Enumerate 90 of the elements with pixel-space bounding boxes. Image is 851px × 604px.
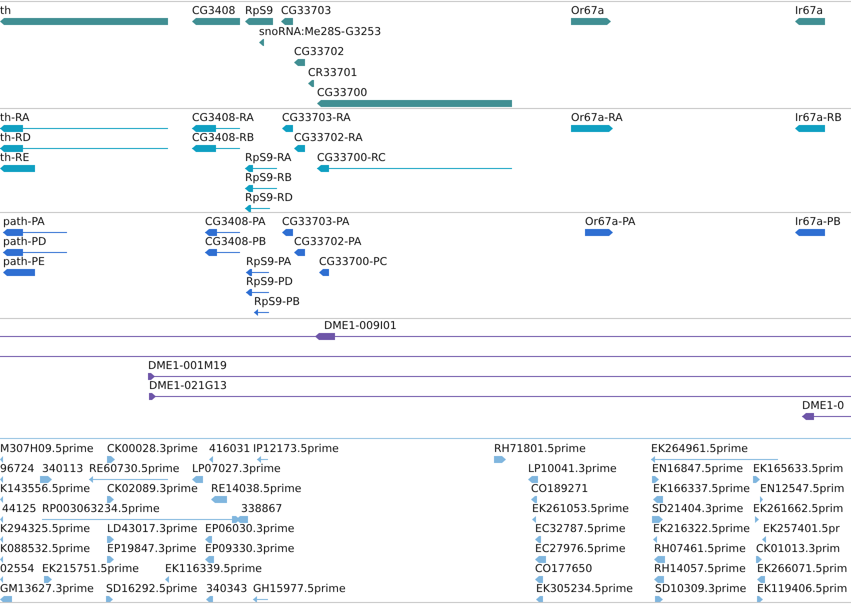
est-label[interactable]: EK215751.5prime (42, 562, 139, 575)
est-label[interactable]: RH71801.5prime (494, 442, 586, 455)
est-label[interactable]: LP10041.3prime (528, 462, 617, 475)
transcript-label[interactable]: CG33700-RC (317, 151, 386, 164)
protein-label[interactable]: CG33703-PA (282, 215, 350, 228)
est-label[interactable]: CK02089.3prime (107, 482, 198, 495)
clone-label[interactable]: DME1-009I01 (324, 319, 397, 332)
transcript-label[interactable]: Or67a-RA (571, 111, 623, 124)
est-label[interactable]: EC32787.5prime (535, 522, 626, 535)
est-label[interactable]: SD16292.5prime (106, 582, 198, 595)
transcript-label[interactable]: RpS9-RD (245, 191, 293, 204)
est-label[interactable]: LP07027.3prime (192, 462, 281, 475)
est-label[interactable]: K088532.5prime (0, 542, 90, 555)
est-label[interactable]: 96724 (0, 462, 34, 475)
transcript-label[interactable]: RpS9-RB (245, 171, 292, 184)
gene-label[interactable]: snoRNA:Me28S-G3253 (259, 25, 382, 38)
gene-label[interactable]: CG33703 (281, 4, 332, 17)
est-label[interactable]: K143556.5prime (0, 482, 90, 495)
est-label[interactable]: EN12547.5prim (760, 482, 844, 495)
est-label[interactable]: EP09330.3prime (205, 542, 294, 555)
transcript-label[interactable]: CG3408-RA (192, 111, 254, 124)
est-label[interactable]: K294325.5prime (0, 522, 90, 535)
clone-label[interactable]: DME1-0 (802, 399, 844, 412)
est-label[interactable]: EP19847.3prime (107, 542, 196, 555)
est-label[interactable]: EK264961.5prime (651, 442, 748, 455)
protein-label[interactable]: path-PE (3, 255, 45, 268)
gene-label[interactable]: th (0, 4, 12, 17)
est-label[interactable]: EK266071.5prim (757, 562, 848, 575)
est-label[interactable]: EN16847.5prime (652, 462, 743, 475)
est-label[interactable]: CK01013.3prim (756, 542, 840, 555)
gene-label[interactable]: RpS9 (245, 4, 274, 17)
protein-label[interactable]: RpS9-PA (246, 255, 292, 268)
est-label[interactable]: 340113 (42, 462, 84, 475)
transcript-label[interactable]: CG3408-RB (192, 131, 254, 144)
protein-label[interactable]: path-PA (3, 215, 45, 228)
est-label[interactable]: EK261662.5prim (753, 502, 844, 515)
est-label[interactable]: GH15977.5prime (253, 582, 346, 595)
est-label[interactable]: EK216322.5prime (653, 522, 750, 535)
est-label[interactable]: CO177650 (535, 562, 592, 575)
est-label[interactable]: CK00028.3prime (107, 442, 198, 455)
protein-label[interactable]: RpS9-PD (246, 275, 293, 288)
transcript-label[interactable]: CG33702-RA (294, 131, 363, 144)
transcript-label[interactable]: th-RA (0, 111, 30, 124)
protein-label[interactable]: RpS9-PB (254, 295, 300, 308)
protein-label[interactable]: CG33700-PC (319, 255, 388, 268)
transcript-label[interactable]: th-RE (0, 151, 30, 164)
est-label[interactable]: SD10309.3prime (655, 582, 746, 595)
est-label[interactable]: 416031 (209, 442, 250, 455)
protein-label[interactable]: CG33702-PA (294, 235, 362, 248)
transcript-label[interactable]: th-RD (0, 131, 31, 144)
est-label[interactable]: RH14057.5prime (654, 562, 746, 575)
est-label[interactable]: M307H09.5prime (0, 442, 94, 455)
est-label[interactable]: EC27976.5prime (535, 542, 626, 555)
est-label[interactable]: 338867 (241, 502, 282, 515)
est-label[interactable]: CO189271 (531, 482, 588, 495)
est-label[interactable]: 44125 (2, 502, 36, 515)
gene-label[interactable]: Ir67a (795, 4, 823, 17)
transcript-label[interactable]: CG33703-RA (282, 111, 351, 124)
est-label[interactable]: GM13627.3prime (0, 582, 94, 595)
est-label[interactable]: RH07461.5prime (654, 542, 746, 555)
clone-label[interactable]: DME1-001M19 (148, 359, 227, 372)
transcript-label[interactable]: RpS9-RA (245, 151, 292, 164)
gene-label[interactable]: CR33701 (308, 66, 358, 79)
est-label[interactable]: LD43017.3prime (107, 522, 198, 535)
est-label[interactable]: RE60730.5prime (89, 462, 180, 475)
est-label[interactable]: EP06030.3prime (205, 522, 294, 535)
est-label[interactable]: EK305234.5prime (536, 582, 633, 595)
protein-label[interactable]: Or67a-PA (585, 215, 636, 228)
est-label[interactable]: EK165633.5prim (753, 462, 844, 475)
est-label[interactable]: 02554 (0, 562, 34, 575)
est-label[interactable]: IP12173.5prime (253, 442, 339, 455)
protein-label[interactable]: Ir67a-PB (795, 215, 841, 228)
est-label[interactable]: RE14038.5prime (211, 482, 302, 495)
gene-label[interactable]: Or67a (571, 4, 604, 17)
protein-label[interactable]: CG3408-PA (205, 215, 266, 228)
gene-label[interactable]: CG33700 (317, 86, 368, 99)
gene-label[interactable]: CG3408 (192, 4, 236, 17)
gene-label[interactable]: CG33702 (294, 45, 344, 58)
est-label[interactable]: EK116339.5prime (165, 562, 262, 575)
est-label[interactable]: EK257401.5pr (763, 522, 840, 535)
protein-label[interactable]: CG3408-PB (205, 235, 266, 248)
est-label[interactable]: EK261053.5prime (532, 502, 629, 515)
est-label[interactable]: RP003063234.5prime (42, 502, 160, 515)
est-label[interactable]: 340343 (206, 582, 248, 595)
clone-label[interactable]: DME1-021G13 (149, 379, 227, 392)
protein-label[interactable]: path-PD (3, 235, 46, 248)
transcript-label[interactable]: Ir67a-RB (795, 111, 842, 124)
est-label[interactable]: EK166337.5prime (653, 482, 750, 495)
est-label[interactable]: SD21404.3prime (652, 502, 744, 515)
est-label[interactable]: EK119406.5prim (757, 582, 848, 595)
